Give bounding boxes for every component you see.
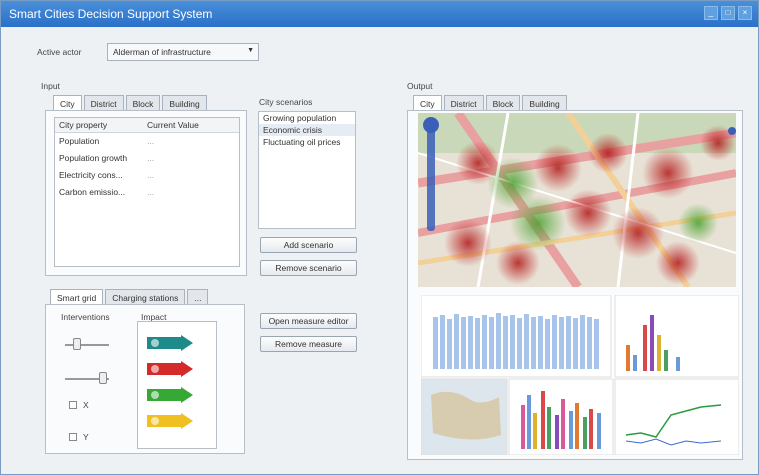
slider-handle[interactable] [73,338,81,350]
maximize-icon[interactable]: □ [721,6,735,20]
close-icon[interactable]: × [738,6,752,20]
output-tabs: City District Block Building [413,95,567,111]
impact-arrow-teal-icon [147,335,193,351]
minimize-icon[interactable]: _ [704,6,718,20]
checkbox-y-label: Y [83,432,89,442]
tab-more[interactable]: ... [187,289,209,305]
property-name: Population [59,136,100,146]
input-tab-block[interactable]: Block [125,95,161,111]
tab-charging-stations[interactable]: Charging stations [105,289,186,305]
property-value: ... [147,136,155,146]
chevron-down-icon: ▼ [247,47,254,54]
property-name: Carbon emissio... [59,187,126,197]
scenarios-label: City scenarios [259,97,313,107]
property-value: ... [147,187,155,197]
title-bar: Smart Cities Decision Support System _ □… [1,1,758,27]
output-tab-city[interactable]: City [413,95,442,111]
city-heatmap[interactable] [418,113,736,287]
impact-arrow-green-icon [147,387,193,403]
property-table: City property Current Value Population..… [54,117,240,267]
column-header-property: City property [59,120,108,130]
layer-switcher-icon[interactable] [728,127,736,135]
input-tab-building[interactable]: Building [162,95,207,111]
scenario-list[interactable]: Growing population Economic crisis Fluct… [258,111,356,229]
impact-arrow-red-icon [147,361,193,377]
interventions-label: Interventions [61,312,110,322]
intervention-slider-1[interactable] [65,344,109,346]
actor-select-value: Alderman of infrastructure [113,47,211,57]
table-row[interactable]: Population... [55,133,239,150]
pan-control-icon[interactable] [423,117,439,133]
slider-handle[interactable] [99,372,107,384]
input-label: Input [41,81,60,91]
property-value: ... [147,170,155,180]
input-tabs: City District Block Building [53,95,207,111]
open-measure-editor-button[interactable]: Open measure editor [260,313,357,329]
property-name: Population growth [59,153,128,163]
output-label: Output [407,81,433,91]
column-header-value: Current Value [147,120,199,130]
tab-smart-grid[interactable]: Smart grid [50,289,104,305]
list-item[interactable]: Growing population [259,112,355,124]
output-charts [421,295,739,455]
measure-tabs: Smart grid Charging stations ... [50,289,209,305]
property-value: ... [147,153,155,163]
property-name: Electricity cons... [59,170,123,180]
impact-arrow-yellow-icon [147,413,193,429]
actor-label: Active actor [37,47,82,57]
table-row[interactable]: Population growth... [55,150,239,167]
checkbox-y[interactable] [69,433,77,441]
remove-scenario-button[interactable]: Remove scenario [260,260,357,276]
input-tab-district[interactable]: District [83,95,124,111]
input-tab-city[interactable]: City [53,95,82,111]
actor-select[interactable]: Alderman of infrastructure ▼ [107,43,259,61]
output-tab-building[interactable]: Building [522,95,567,111]
table-row[interactable]: Electricity cons...... [55,167,239,184]
list-item[interactable]: Fluctuating oil prices [259,136,355,148]
checkbox-x-label: X [83,400,89,410]
add-scenario-button[interactable]: Add scenario [260,237,357,253]
list-item-selected[interactable]: Economic crisis [259,124,355,136]
table-row[interactable]: Carbon emissio...... [55,184,239,201]
output-tab-block[interactable]: Block [485,95,521,111]
checkbox-x[interactable] [69,401,77,409]
window-title: Smart Cities Decision Support System [9,7,213,21]
output-tab-district[interactable]: District [443,95,484,111]
app-window: Smart Cities Decision Support System _ □… [0,0,759,475]
remove-measure-button[interactable]: Remove measure [260,336,357,352]
zoom-bar[interactable] [427,121,435,231]
